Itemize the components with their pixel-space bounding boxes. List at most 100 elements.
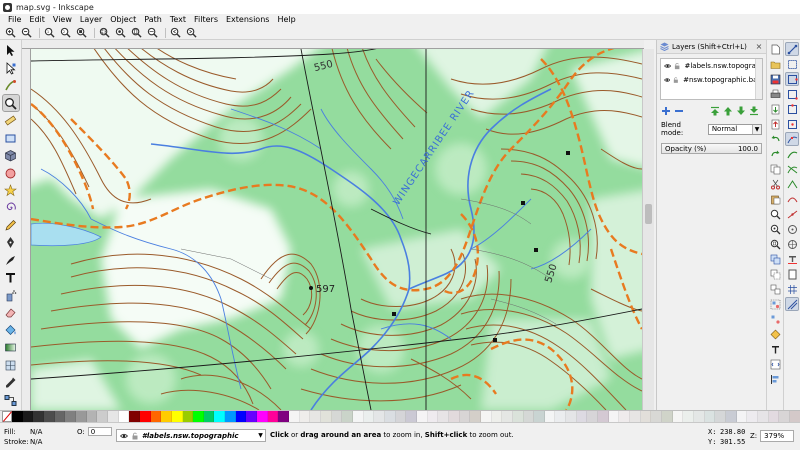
snap-bbox-corner-icon[interactable] (786, 88, 798, 100)
cut-icon[interactable] (769, 178, 781, 190)
color-swatch[interactable] (363, 411, 375, 422)
object-opacity-input[interactable]: 0 (87, 427, 112, 436)
zoom-page-icon[interactable] (769, 238, 781, 250)
color-swatch[interactable] (129, 411, 140, 422)
color-swatch[interactable] (118, 411, 130, 422)
menu-help[interactable]: Help (273, 14, 299, 26)
color-swatch[interactable] (384, 411, 396, 422)
color-swatch[interactable] (65, 411, 76, 422)
no-paint-swatch[interactable] (2, 411, 12, 422)
color-swatch[interactable] (789, 411, 800, 422)
color-swatch[interactable] (331, 411, 343, 422)
color-swatch[interactable] (267, 411, 279, 422)
snap-guide-icon[interactable] (785, 297, 799, 311)
snap-cusp-icon[interactable] (786, 178, 798, 190)
snap-smooth-icon[interactable] (786, 193, 798, 205)
color-swatch[interactable] (694, 411, 705, 422)
color-swatch[interactable] (150, 411, 162, 422)
menu-edit[interactable]: Edit (25, 14, 49, 26)
copy-icon[interactable] (769, 163, 781, 175)
raise-layer-icon[interactable] (723, 106, 733, 116)
align-distribute-icon[interactable] (769, 373, 781, 385)
color-swatch[interactable] (736, 411, 748, 422)
dropper-tool-icon[interactable] (3, 375, 19, 390)
blend-mode-select[interactable]: Normal ▼ (707, 123, 762, 135)
color-swatch[interactable] (289, 411, 300, 422)
snap-rotation-center-icon[interactable] (786, 238, 798, 250)
color-swatch[interactable] (43, 411, 55, 422)
color-swatch[interactable] (704, 411, 716, 422)
zoom-drawing-icon[interactable] (114, 27, 126, 39)
eraser-tool-icon[interactable] (3, 305, 19, 320)
calligraphy-tool-icon[interactable] (3, 253, 19, 268)
group-icon[interactable] (769, 298, 781, 310)
eye-icon[interactable] (120, 432, 128, 440)
paste-icon[interactable] (769, 193, 781, 205)
color-swatch[interactable] (768, 411, 780, 422)
unlocked-icon[interactable] (674, 62, 680, 70)
zoom-previous-icon[interactable] (169, 27, 181, 39)
menu-layer[interactable]: Layer (76, 14, 106, 26)
zoom-1-2-icon[interactable]: 2 (59, 27, 71, 39)
color-swatch[interactable] (278, 411, 290, 422)
color-swatch[interactable] (555, 411, 567, 422)
color-swatch[interactable] (534, 411, 545, 422)
color-swatch[interactable] (683, 411, 694, 422)
zoom-next-icon[interactable] (185, 27, 197, 39)
undo-icon[interactable] (769, 133, 781, 145)
horizontal-ruler[interactable] (22, 40, 644, 49)
import-icon[interactable] (769, 103, 781, 115)
color-swatch[interactable] (470, 411, 481, 422)
color-swatch[interactable] (33, 411, 44, 422)
unlocked-icon[interactable] (131, 432, 139, 440)
color-swatch[interactable] (97, 411, 108, 422)
duplicate-icon[interactable] (769, 253, 781, 265)
eye-icon[interactable] (664, 62, 672, 70)
snap-midpoint-icon[interactable] (786, 208, 798, 220)
color-swatch[interactable] (725, 411, 737, 422)
color-swatch[interactable] (662, 411, 673, 422)
measure-tool-icon[interactable] (3, 113, 19, 128)
lower-layer-icon[interactable] (736, 106, 746, 116)
menu-filters[interactable]: Filters (190, 14, 222, 26)
pen-tool-icon[interactable] (3, 235, 19, 250)
color-swatch[interactable] (86, 411, 98, 422)
color-swatch[interactable] (321, 411, 332, 422)
color-swatch[interactable] (640, 411, 652, 422)
color-swatch[interactable] (246, 411, 258, 422)
snap-bbox-edge-icon[interactable] (785, 72, 799, 86)
text-tool-icon[interactable] (3, 270, 19, 285)
color-swatch[interactable] (416, 411, 428, 422)
snap-nodes-icon[interactable] (785, 132, 799, 146)
open-file-icon[interactable] (769, 58, 781, 70)
print-icon[interactable] (769, 88, 781, 100)
color-swatch[interactable] (619, 411, 631, 422)
color-swatch[interactable] (587, 411, 599, 422)
color-swatch[interactable] (54, 411, 66, 422)
color-swatch[interactable] (523, 411, 535, 422)
color-swatch[interactable] (448, 411, 460, 422)
current-layer-selector[interactable]: #labels.nsw.topographic ▼ (116, 429, 266, 442)
zoom-selection-icon[interactable] (769, 208, 781, 220)
menu-view[interactable]: View (49, 14, 76, 26)
color-swatch[interactable] (214, 411, 226, 422)
clone-icon[interactable] (769, 268, 781, 280)
canvas-vertical-scrollbar[interactable] (642, 49, 654, 410)
color-swatch[interactable] (310, 411, 322, 422)
zoom-2-1-icon[interactable] (75, 27, 87, 39)
color-swatch[interactable] (512, 411, 524, 422)
color-swatch[interactable] (438, 411, 449, 422)
snap-intersection-icon[interactable] (786, 163, 798, 175)
color-swatch[interactable] (395, 411, 407, 422)
menu-file[interactable]: File (4, 14, 25, 26)
color-swatch[interactable] (715, 411, 726, 422)
zoom-in-icon[interactable] (4, 27, 16, 39)
star-tool-icon[interactable] (3, 183, 19, 198)
color-swatch[interactable] (235, 411, 247, 422)
color-swatch[interactable] (22, 411, 34, 422)
opacity-slider[interactable]: Opacity (%) 100.0 (661, 143, 762, 154)
color-swatch[interactable] (502, 411, 513, 422)
node-tool-icon[interactable] (3, 60, 19, 75)
connector-tool-icon[interactable] (3, 392, 19, 407)
snap-grid-icon[interactable] (786, 283, 798, 295)
